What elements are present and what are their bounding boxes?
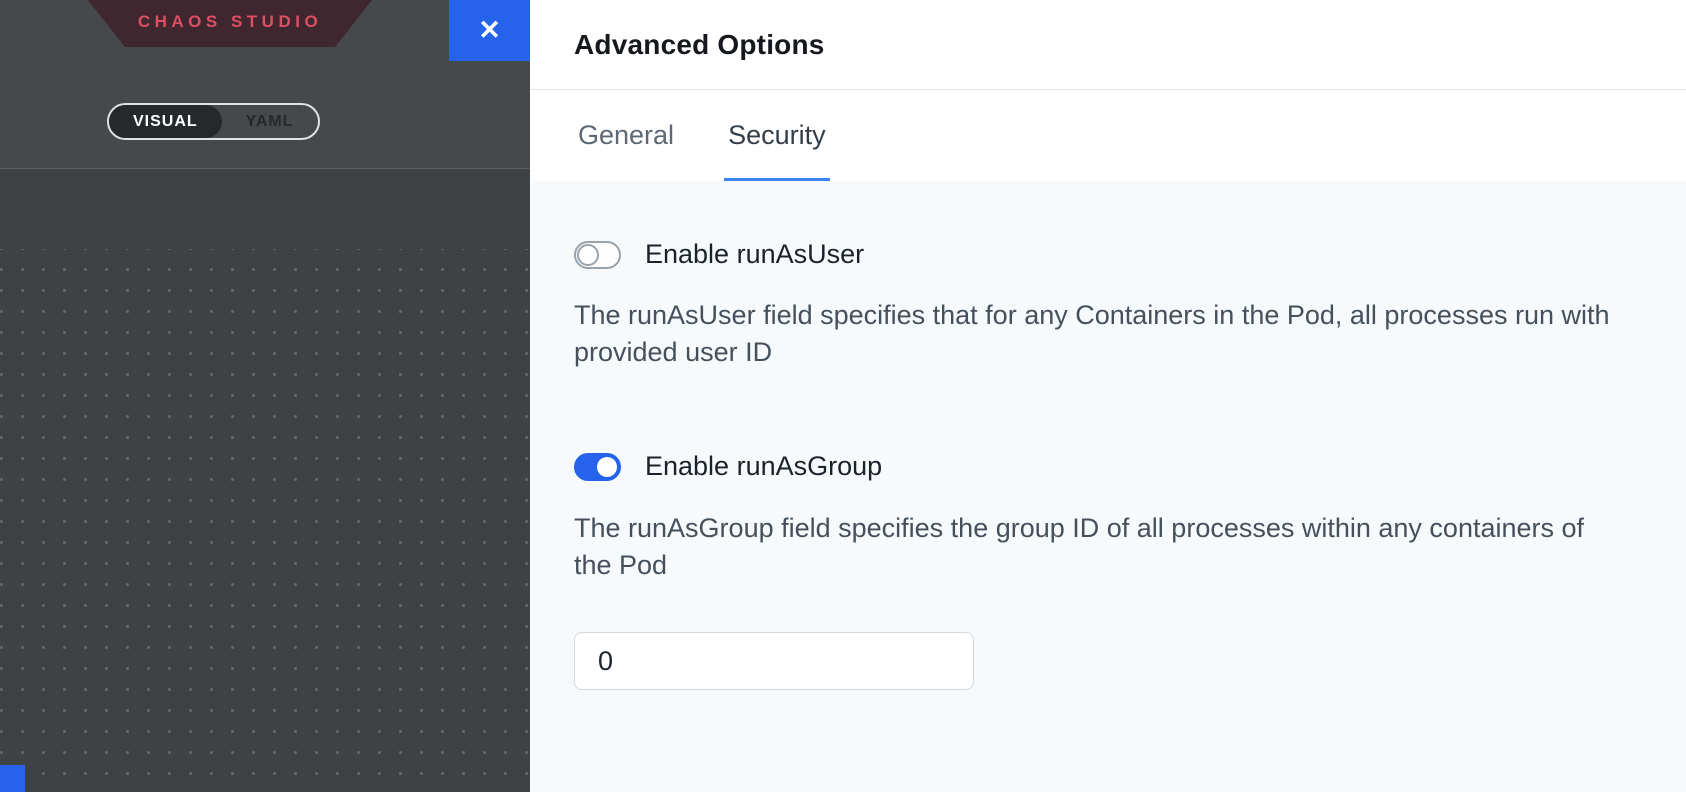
run-as-group-input[interactable] [574, 632, 974, 690]
tab-security[interactable]: Security [724, 90, 830, 181]
run-as-user-label: Enable runAsUser [645, 239, 864, 270]
run-as-group-label: Enable runAsGroup [645, 451, 882, 482]
drawer-close-button[interactable]: ✕ [449, 0, 530, 61]
logo-text: CHAOS STUDIO [138, 12, 322, 36]
run-as-group-description: The runAsGroup field specifies the group… [574, 510, 1619, 584]
security-tab-content: Enable runAsUser The runAsUser field spe… [530, 181, 1686, 792]
canvas-subbar [0, 170, 530, 249]
screen: CHAOS STUDIO VISUAL YAML ✕ Advanced Opti… [0, 0, 1686, 792]
canvas-corner-control[interactable] [0, 765, 25, 792]
view-mode-toggle: VISUAL YAML [107, 103, 320, 140]
canvas-dotted-grid[interactable] [0, 249, 530, 792]
drawer-title: Advanced Options [574, 29, 825, 61]
yaml-view-tab[interactable]: YAML [222, 105, 318, 138]
toggle-knob-icon [577, 244, 599, 266]
chaos-studio-canvas: CHAOS STUDIO VISUAL YAML [0, 0, 530, 792]
tab-general[interactable]: General [574, 90, 678, 181]
toggle-knob-icon [597, 457, 617, 477]
run-as-group-toggle[interactable] [574, 453, 621, 481]
run-as-user-description: The runAsUser field specifies that for a… [574, 297, 1619, 371]
close-icon: ✕ [478, 17, 501, 44]
run-as-group-row: Enable runAsGroup [574, 451, 1638, 482]
drawer-tabs: General Security [530, 90, 1686, 181]
run-as-user-toggle[interactable] [574, 241, 621, 269]
drawer-header: Advanced Options [530, 0, 1686, 90]
run-as-user-row: Enable runAsUser [574, 239, 1638, 270]
chaos-studio-logo: CHAOS STUDIO [88, 0, 372, 47]
advanced-options-drawer: Advanced Options General Security Enable… [530, 0, 1686, 792]
visual-view-tab[interactable]: VISUAL [109, 105, 222, 138]
